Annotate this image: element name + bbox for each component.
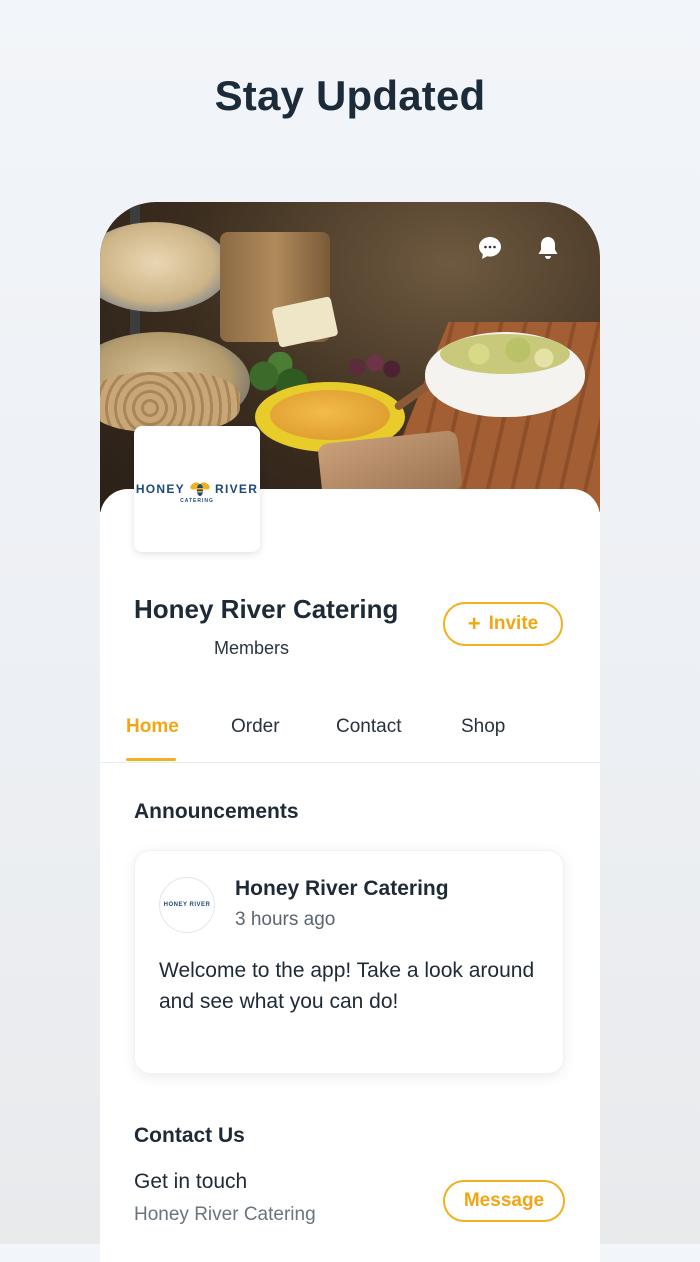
post-body: Welcome to the app! Take a look around a… xyxy=(159,959,535,1013)
cover-hummus xyxy=(270,390,390,440)
message-button[interactable]: Message xyxy=(443,1180,565,1222)
logo-text-right: RIVER xyxy=(215,482,259,496)
bee-icon xyxy=(190,482,210,496)
page-headline: Stay Updated xyxy=(214,72,486,119)
invite-button[interactable]: + Invite xyxy=(443,602,563,646)
bell-icon[interactable] xyxy=(534,234,562,262)
post-author: Honey River Catering xyxy=(235,877,449,900)
post-timestamp: 3 hours ago xyxy=(235,909,336,930)
tab-shop[interactable]: Shop xyxy=(461,716,505,738)
tab-home[interactable]: Home xyxy=(126,716,179,738)
invite-label: Invite xyxy=(488,613,539,634)
contact-line: Get in touch xyxy=(134,1170,248,1193)
tab-contact[interactable]: Contact xyxy=(336,716,401,738)
group-logo: HONEY RIVER CATERING xyxy=(134,426,260,552)
tab-bar: Home Order Contact Shop xyxy=(100,702,600,763)
tab-order[interactable]: Order xyxy=(231,716,280,738)
announcements-title: Announcements xyxy=(134,800,299,823)
cover-cracker-tray-top xyxy=(100,222,230,312)
avatar: HONEY RIVER xyxy=(159,877,215,933)
announcement-card[interactable]: HONEY RIVER Honey River Catering 3 hours… xyxy=(134,850,564,1074)
contact-subtitle: Honey River Catering xyxy=(134,1204,316,1225)
active-tab-indicator xyxy=(126,758,176,761)
chat-bubble-icon[interactable] xyxy=(476,234,504,262)
group-name: Honey River Catering xyxy=(134,594,399,624)
plus-icon: + xyxy=(467,611,481,636)
logo-text-left: HONEY xyxy=(135,482,185,496)
cover-salad xyxy=(440,334,570,374)
logo-subtext: CATERING xyxy=(180,498,214,504)
cover-grapes xyxy=(345,347,405,387)
contact-title: Contact Us xyxy=(134,1124,245,1147)
cover-crackers xyxy=(100,372,240,432)
avatar-logo-text: HONEY RIVER xyxy=(163,902,211,908)
phone-screen: HONEY RIVER CATERING Honey River Caterin… xyxy=(100,202,600,1262)
members-label[interactable]: Members xyxy=(214,638,289,659)
